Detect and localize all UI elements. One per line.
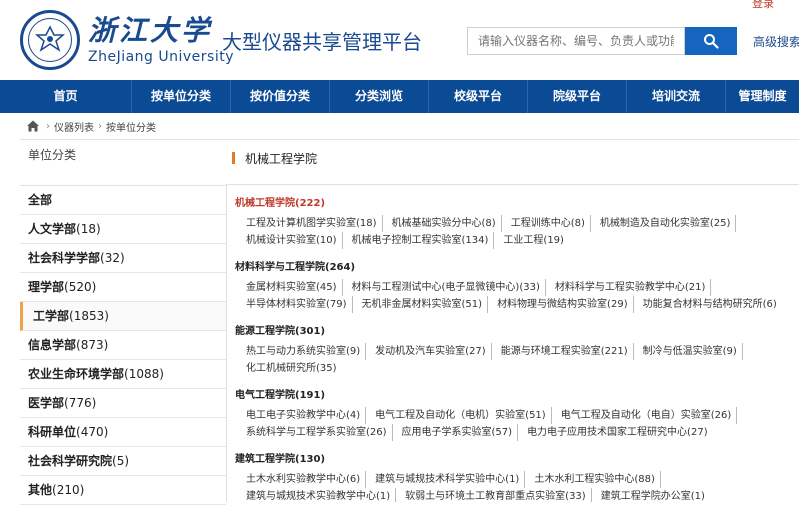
lab-list: 金属材料实验室(45) 材料与工程测试中心(电子显微镜中心)(33) 材料科学与… [235,279,799,313]
logo-chinese-name: 浙江大学 [88,14,213,47]
college-group: 机械工程学院(222) 工程及计算机图学实验室(18) 机械基础实验分中心(8)… [235,195,799,249]
sidebar-item-all[interactable]: 全部 [20,186,226,215]
logo-english-name: ZheJiang University [88,49,235,65]
college-group: 材料科学与工程学院(264) 金属材料实验室(45) 材料与工程测试中心(电子显… [235,259,799,313]
lab-link[interactable]: 材料物理与微结构实验室(29) [492,296,634,313]
lab-link[interactable]: 工程及计算机图学实验室(18) [241,215,383,232]
login-link[interactable]: 登录 [752,0,774,11]
nav-item-home[interactable]: 首页 [0,80,131,113]
nav-item-regulations[interactable]: 管理制度 [726,80,799,113]
site-header: 浙江大学 ZheJiang University 大型仪器共享管理平台 高级搜索… [0,0,799,80]
breadcrumb-separator: › [46,120,50,132]
breadcrumb: › 仪器列表 › 按单位分类 [20,113,799,140]
lab-link[interactable]: 无机非金属材料实验室(51) [357,296,489,313]
lab-link[interactable]: 电气工程及自动化（电自）实验室(26) [556,407,738,424]
lab-link[interactable]: 热工与动力系统实验室(9) [241,343,367,360]
lab-link[interactable]: 建筑与城规技术科学实验中心(1) [370,471,526,488]
title-accent-bar [232,152,235,164]
lab-link[interactable]: 系统科学与工程学系实验室(26) [241,424,393,441]
lab-link[interactable]: 软弱土与环境土工教育部重点实验室(33) [400,488,592,502]
university-logo[interactable]: 浙江大学 ZheJiang University [20,10,234,70]
lab-list: 热工与动力系统实验室(9) 发动机及汽车实验室(27) 能源与环境工程实验室(2… [235,343,799,377]
lab-link[interactable]: 土木水利工程实验中心(88) [529,471,661,488]
college-group: 建筑工程学院(130) 土木水利实验教学中心(6) 建筑与城规技术科学实验中心(… [235,451,799,502]
college-name[interactable]: 材料科学与工程学院(264) [235,259,799,277]
sidebar-item-engineering[interactable]: 工学部(1853) [20,302,226,331]
nav-item-training[interactable]: 培训交流 [627,80,725,113]
search-icon [704,34,719,49]
search-input[interactable] [467,27,685,55]
lab-link[interactable]: 电力电子应用技术国家工程研究中心(27) [522,424,713,441]
main-nav: 首页 按单位分类 按价值分类 分类浏览 校级平台 院级平台 培训交流 管理制度 [0,80,799,113]
lab-link[interactable]: 能源与环境工程实验室(221) [496,343,634,360]
lab-link[interactable]: 土木水利实验教学中心(6) [241,471,367,488]
lab-link[interactable]: 机械设计实验室(10) [241,232,343,249]
content-title: 机械工程学院 [245,151,318,166]
lab-link[interactable]: 工程训练中心(8) [506,215,591,232]
lab-link[interactable]: 电气工程及自动化（电机）实验室(51) [370,407,552,424]
sidebar-item-research-units[interactable]: 科研单位(470) [20,418,226,447]
logo-text: 浙江大学 ZheJiang University [88,14,234,66]
lab-link[interactable]: 功能复合材料与结构研究所(6) [638,296,782,313]
sidebar-list: 全部 人文学部(18) 社会科学学部(32) 理学部(520) 工学部(1853… [20,185,226,505]
breadcrumb-item-by-unit[interactable]: 按单位分类 [106,119,156,134]
college-name[interactable]: 能源工程学院(301) [235,323,799,341]
lab-link[interactable]: 机械基础实验分中心(8) [387,215,502,232]
sidebar-item-social-science-institute[interactable]: 社会科学研究院(5) [20,447,226,476]
university-seal-icon [20,10,80,70]
college-name[interactable]: 电气工程学院(191) [235,387,799,405]
platform-title: 大型仪器共享管理平台 [222,30,422,54]
college-name[interactable]: 机械工程学院(222) [235,195,799,213]
sidebar-item-science[interactable]: 理学部(520) [20,273,226,302]
sidebar-item-other[interactable]: 其他(210) [20,476,226,505]
nav-item-college-platform[interactable]: 院级平台 [528,80,626,113]
sidebar-item-social-sciences[interactable]: 社会科学学部(32) [20,244,226,273]
sidebar-title: 单位分类 [28,148,77,162]
nav-item-by-value[interactable]: 按价值分类 [231,80,329,113]
lab-link[interactable]: 电工电子实验教学中心(4) [241,407,367,424]
sidebar-item-information[interactable]: 信息学部(873) [20,331,226,360]
nav-item-by-unit[interactable]: 按单位分类 [132,80,230,113]
lab-list: 电工电子实验教学中心(4) 电气工程及自动化（电机）实验室(51) 电气工程及自… [235,407,799,441]
search-button[interactable] [685,27,737,55]
sidebar-item-humanities[interactable]: 人文学部(18) [20,215,226,244]
nav-item-category-browse[interactable]: 分类浏览 [330,80,428,113]
lab-list: 工程及计算机图学实验室(18) 机械基础实验分中心(8) 工程训练中心(8) 机… [235,215,799,249]
college-group: 能源工程学院(301) 热工与动力系统实验室(9) 发动机及汽车实验室(27) … [235,323,799,377]
lab-link[interactable]: 化工机械研究所(35) [241,360,342,377]
sidebar-item-medicine[interactable]: 医学部(776) [20,389,226,418]
lab-link[interactable]: 建筑与城规技术实验教学中心(1) [241,488,397,502]
lab-link[interactable]: 材料科学与工程实验教学中心(21) [550,279,712,296]
lab-list: 土木水利实验教学中心(6) 建筑与城规技术科学实验中心(1) 土木水利工程实验中… [235,471,799,502]
breadcrumb-item-instrument-list[interactable]: 仪器列表 [54,119,94,134]
lab-link[interactable]: 机械电子控制工程实验室(134) [347,232,495,249]
unit-sidebar: 单位分类 全部 人文学部(18) 社会科学学部(32) 理学部(520) 工学部… [20,140,226,505]
lab-link[interactable]: 发动机及汽车实验室(27) [370,343,492,360]
college-lab-list: 机械工程学院(222) 工程及计算机图学实验室(18) 机械基础实验分中心(8)… [226,184,799,502]
lab-link[interactable]: 机械制造及自动化实验室(25) [595,215,737,232]
college-name[interactable]: 建筑工程学院(130) [235,451,799,469]
advanced-search-link[interactable]: 高级搜索 [753,33,799,50]
lab-link[interactable]: 半导体材料实验室(79) [241,296,353,313]
lab-link[interactable]: 工业工程(19) [498,232,569,249]
lab-link[interactable]: 建筑工程学院办公室(1) [596,488,710,502]
lab-link[interactable]: 制冷与低温实验室(9) [638,343,743,360]
nav-item-school-platform[interactable]: 校级平台 [429,80,527,113]
breadcrumb-separator: › [98,120,102,132]
lab-link[interactable]: 金属材料实验室(45) [241,279,343,296]
sidebar-item-agriculture-life-env[interactable]: 农业生命环境学部(1088) [20,360,226,389]
content-header: 机械工程学院 [232,148,317,168]
lab-link[interactable]: 应用电子学系实验室(57) [397,424,519,441]
lab-link[interactable]: 材料与工程测试中心(电子显微镜中心)(33) [347,279,546,296]
home-icon[interactable] [26,119,40,133]
college-group: 电气工程学院(191) 电工电子实验教学中心(4) 电气工程及自动化（电机）实验… [235,387,799,441]
